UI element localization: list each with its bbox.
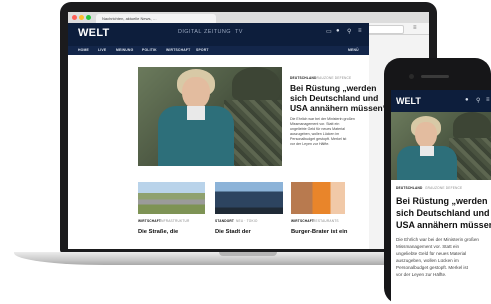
sub-navigation bbox=[68, 46, 369, 55]
woman-collar bbox=[187, 106, 205, 120]
phone-teaser-line: vor der Leyen zur Hälfte. bbox=[396, 272, 447, 277]
topnav-tv[interactable]: TV bbox=[235, 29, 243, 35]
laptop-notch bbox=[219, 252, 277, 256]
maximize-window-button[interactable] bbox=[86, 15, 91, 20]
soldier-helmet bbox=[232, 67, 280, 101]
browser-tab-title: Nachrichten, aktuelle News, … bbox=[102, 16, 157, 21]
close-window-button[interactable] bbox=[72, 15, 77, 20]
lead-teaser-line: auszugeben, wollen Lücken im bbox=[290, 132, 340, 136]
phone-menu-icon[interactable]: ≡ bbox=[486, 97, 490, 103]
phone-headline-line-1[interactable]: Bei Rüstung „werden bbox=[396, 196, 488, 208]
lead-image[interactable] bbox=[138, 67, 282, 166]
card-tag-secondary[interactable]: NEU · TOKIO bbox=[236, 219, 258, 223]
phone-search-icon[interactable]: ⚲ bbox=[476, 97, 480, 104]
user-icon[interactable]: ● bbox=[336, 28, 340, 34]
lead-teaser-line: Missmanagement vor. Statt ein bbox=[290, 122, 340, 126]
phone-welt-logo[interactable]: WELT bbox=[396, 96, 421, 106]
lead-teaser-line: Die Ehrlich war bei der Ministerin große… bbox=[290, 117, 355, 121]
card-image-city[interactable] bbox=[215, 182, 283, 214]
phone-teaser-line: Die Ehrlich war bei der Ministerin große… bbox=[396, 237, 479, 242]
lead-teaser-line: ungeliebte Geld für neues Material bbox=[290, 127, 345, 131]
card-tag-secondary[interactable]: INFRASTRUKTUR bbox=[160, 219, 190, 223]
phone-headline-line-3[interactable]: USA annähern müssen“ bbox=[396, 220, 491, 232]
subnav-menu[interactable]: MENÜ bbox=[348, 48, 359, 52]
topnav-zeitung[interactable]: ZEITUNG bbox=[204, 29, 231, 35]
lead-teaser-line: vor der Leyen zur Hälfte. bbox=[290, 142, 330, 146]
card-tag[interactable]: WIRTSCHAFT bbox=[138, 219, 161, 223]
phone-headline-line-2[interactable]: sich Deutschland und bbox=[396, 208, 490, 220]
woman-face bbox=[415, 122, 437, 148]
woman-collar bbox=[420, 146, 434, 156]
laptop-screen: Nachrichten, aktuelle News, … ◀ ▶ ↻ www.… bbox=[68, 12, 429, 249]
lead-tag-secondary[interactable]: GRAUZONE DEFENCE bbox=[314, 76, 351, 80]
phone-user-icon[interactable]: ● bbox=[465, 97, 469, 103]
phone-teaser-line: Missmanagement vor. Statt ein bbox=[396, 244, 460, 249]
minimize-window-button[interactable] bbox=[79, 15, 84, 20]
phone-teaser-line: Personalbudget gestopft. Merkel ist bbox=[396, 265, 469, 270]
card-title[interactable]: Die Straße, die bbox=[138, 229, 178, 236]
subnav-sport[interactable]: SPORT bbox=[196, 48, 209, 52]
search-icon[interactable]: ⚲ bbox=[347, 28, 351, 35]
phone-lead-tag[interactable]: DEUTSCHLAND bbox=[396, 186, 422, 190]
lead-headline-line-2[interactable]: sich Deutschland und bbox=[290, 93, 378, 103]
phone-speaker bbox=[421, 75, 449, 78]
soldier-helmet bbox=[453, 112, 491, 140]
lead-headline-line-3[interactable]: USA annähern müssen“ bbox=[290, 103, 387, 113]
card-image-road[interactable] bbox=[138, 182, 205, 214]
phone-lead-tag-secondary[interactable]: GRAUZONE DEFENCE bbox=[425, 186, 462, 190]
browser-menu-icon[interactable]: ≡ bbox=[413, 23, 417, 34]
card-tag-secondary[interactable]: RESTAURANTS bbox=[313, 219, 339, 223]
lead-teaser-line: Personalbudget gestopft. Merkel ist bbox=[290, 137, 347, 141]
subnav-live[interactable]: LIVE bbox=[98, 48, 106, 52]
card-title[interactable]: Burger-Brater ist ein bbox=[291, 229, 347, 236]
card-title[interactable]: Die Stadt der bbox=[215, 229, 251, 236]
subnav-meinung[interactable]: MEINUNG bbox=[116, 48, 133, 52]
lead-headline-line-1[interactable]: Bei Rüstung „werden bbox=[290, 83, 376, 93]
phone-lead-image[interactable] bbox=[391, 112, 491, 180]
subnav-home[interactable]: HOME bbox=[78, 48, 89, 52]
topnav-digital[interactable]: DIGITAL bbox=[178, 29, 202, 35]
card-image-burger[interactable] bbox=[291, 182, 363, 214]
phone-camera bbox=[409, 74, 414, 79]
card-tag[interactable]: STANDORT bbox=[215, 219, 234, 223]
card-tag[interactable]: WIRTSCHAFT bbox=[291, 219, 314, 223]
woman-face bbox=[182, 77, 210, 109]
tv-icon[interactable]: ▭ bbox=[326, 28, 332, 35]
subnav-politik[interactable]: POLITIK bbox=[142, 48, 157, 52]
subnav-wirtschaft[interactable]: WIRTSCHAFT bbox=[166, 48, 190, 52]
welt-logo[interactable]: WELT bbox=[78, 27, 110, 39]
phone-teaser-line: auszugeben, wollen Lücken im bbox=[396, 258, 459, 263]
lead-tag[interactable]: DEUTSCHLAND bbox=[290, 76, 316, 80]
phone-teaser-line: ungeliebte Geld für neues Material bbox=[396, 251, 467, 256]
menu-icon[interactable]: ≡ bbox=[358, 28, 362, 34]
